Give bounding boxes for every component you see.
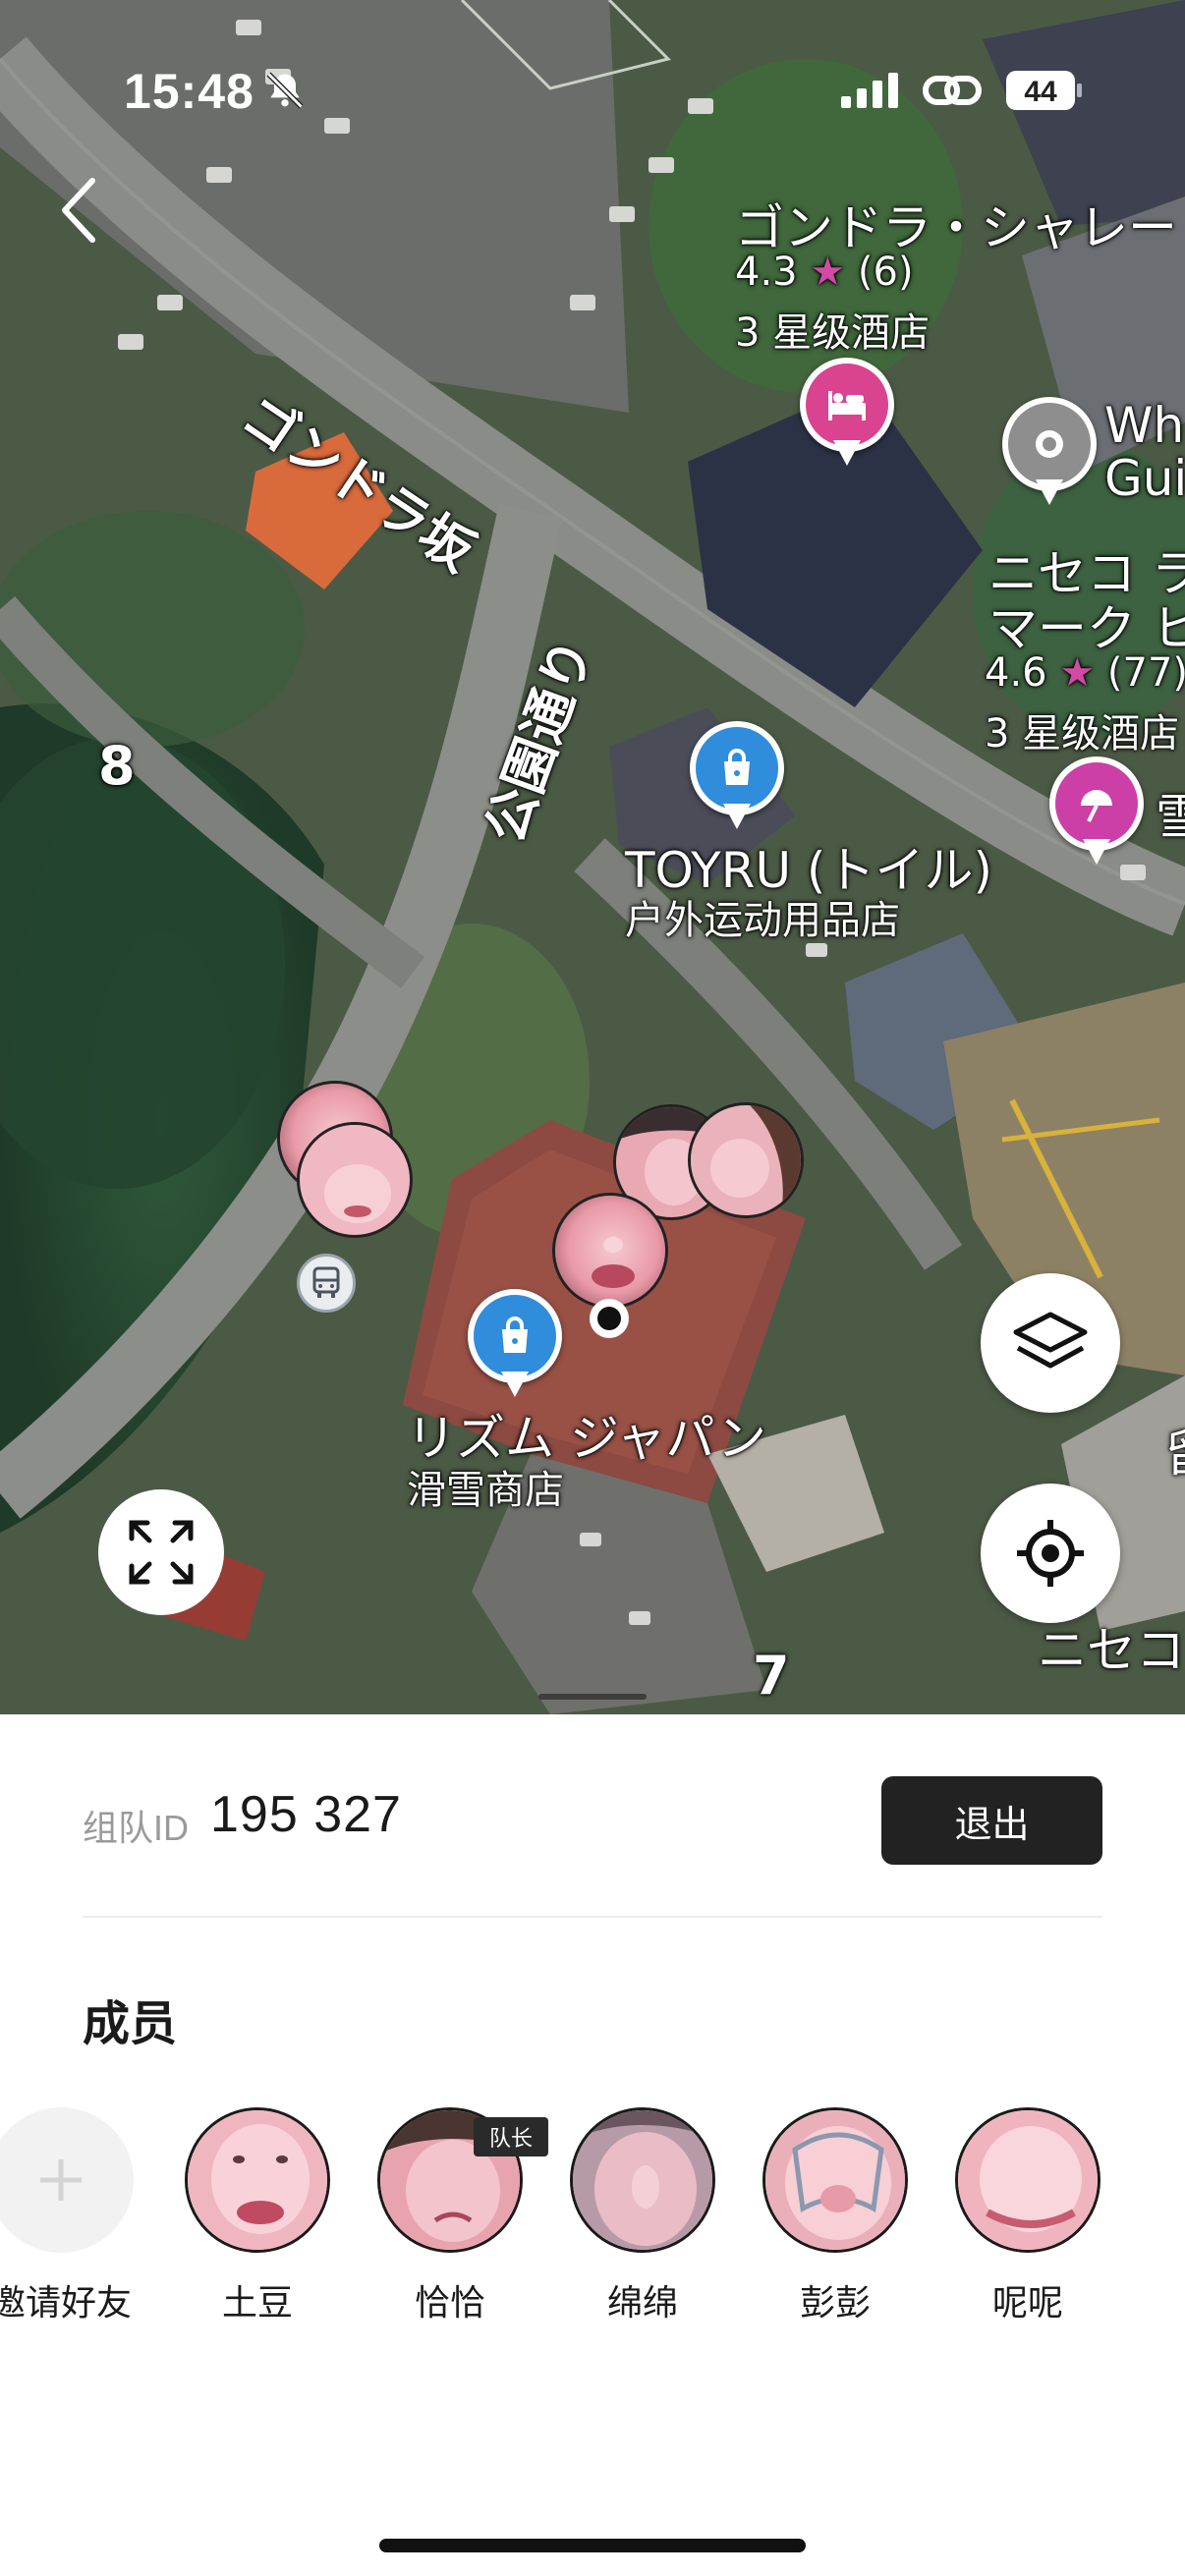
poi-snow-partial: 雪 bbox=[1156, 789, 1185, 846]
invite-label: 邀请好友 bbox=[0, 2282, 132, 2323]
cellular-signal-icon bbox=[841, 73, 902, 113]
leader-badge: 队长 bbox=[474, 2117, 548, 2156]
rhythm-shop-pin[interactable] bbox=[468, 1289, 562, 1407]
current-location-dot bbox=[590, 1299, 629, 1338]
team-id-label: 组队ID bbox=[83, 1808, 190, 1848]
map-member-avatar[interactable] bbox=[297, 1122, 413, 1238]
home-indicator[interactable] bbox=[379, 2539, 806, 2552]
poi-niseko-rating: 4.6 ★ (77) bbox=[985, 650, 1185, 696]
umbrella-icon bbox=[1081, 790, 1112, 822]
status-time: 15:48 bbox=[124, 64, 254, 119]
member-name: 土豆 bbox=[221, 2282, 293, 2323]
personal-hotspot-icon bbox=[922, 69, 983, 117]
locate-me-button[interactable] bbox=[981, 1484, 1120, 1623]
silent-bell-icon bbox=[263, 69, 307, 117]
bed-icon bbox=[828, 391, 866, 420]
layers-icon bbox=[1013, 1312, 1088, 1369]
map-layers-button[interactable] bbox=[981, 1273, 1120, 1413]
invite-avatar bbox=[0, 2107, 134, 2253]
svg-text:44: 44 bbox=[1024, 76, 1057, 108]
map-member-avatar[interactable] bbox=[552, 1193, 668, 1309]
shopping-bag-icon bbox=[724, 749, 750, 785]
member-name: 绵绵 bbox=[606, 2282, 678, 2323]
shopping-bag-icon bbox=[502, 1316, 528, 1353]
member-name: 呢呢 bbox=[991, 2282, 1063, 2323]
toyru-shop-pin[interactable] bbox=[690, 721, 784, 839]
member-item[interactable]: 呢呢 bbox=[930, 2107, 1126, 2343]
member-item[interactable]: 队长 恰恰 bbox=[352, 2107, 548, 2343]
sheet-drag-handle[interactable] bbox=[538, 1694, 647, 1700]
expand-icon bbox=[129, 1520, 194, 1585]
member-item[interactable]: 彭彭 bbox=[737, 2107, 933, 2343]
plus-icon bbox=[40, 2159, 82, 2201]
member-item[interactable]: 土豆 bbox=[159, 2107, 356, 2343]
poi-rhythm-sub: 滑雪商店 bbox=[407, 1468, 564, 1513]
poi-niseko-type: 3 星级酒店 bbox=[985, 711, 1180, 756]
map-number-8: 8 bbox=[98, 735, 136, 797]
battery-icon: 44 bbox=[1006, 71, 1083, 115]
team-id-value: 195 327 bbox=[210, 1786, 402, 1843]
map-view[interactable]: 15:48 44 ゴンドラ・シャレー 4.3 ★ (6) 3 星级酒店 ゴンドラ… bbox=[0, 0, 1185, 1714]
member-name: 彭彭 bbox=[799, 2282, 871, 2323]
poi-gondola-type: 3 星级酒店 bbox=[735, 310, 931, 356]
crosshair-icon bbox=[1017, 1520, 1084, 1587]
status-bar: 15:48 44 bbox=[0, 63, 1185, 122]
map-member-avatar[interactable] bbox=[688, 1102, 804, 1218]
divider bbox=[83, 1916, 1102, 1918]
member-item[interactable]: 绵绵 bbox=[544, 2107, 741, 2343]
chevron-left-icon bbox=[62, 178, 95, 243]
poi-misc-partial: 留 bbox=[1165, 1415, 1185, 1485]
back-button[interactable] bbox=[51, 173, 110, 248]
poi-toyru-sub: 户外运动用品店 bbox=[625, 898, 900, 943]
team-panel: 组队ID 195 327 退出 成员 邀请好友 土豆 队长 恰恰 绵绵 彭彭 呢… bbox=[0, 1714, 1185, 2576]
map-number-7: 7 bbox=[753, 1645, 790, 1707]
fullscreen-button[interactable] bbox=[98, 1489, 224, 1615]
poi-wh-title-1: Wh bbox=[1104, 397, 1185, 454]
bus-stop-icon[interactable] bbox=[297, 1254, 356, 1313]
exit-team-button[interactable]: 退出 bbox=[881, 1776, 1102, 1865]
member-name: 恰恰 bbox=[414, 2282, 485, 2323]
avatar bbox=[955, 2107, 1100, 2253]
avatar bbox=[762, 2107, 908, 2253]
poi-wh-title-2: Gui bbox=[1104, 450, 1185, 507]
avatar bbox=[185, 2107, 330, 2253]
info-pin[interactable] bbox=[1002, 397, 1097, 515]
hotel-pin[interactable] bbox=[800, 358, 894, 476]
members-title: 成员 bbox=[83, 1998, 178, 2050]
location-dot-icon bbox=[1036, 430, 1063, 458]
leisure-pin[interactable] bbox=[1049, 756, 1144, 874]
avatar bbox=[570, 2107, 715, 2253]
invite-friend-button[interactable]: 邀请好友 bbox=[0, 2107, 159, 2343]
poi-gondola-rating: 4.3 ★ (6) bbox=[735, 250, 914, 295]
